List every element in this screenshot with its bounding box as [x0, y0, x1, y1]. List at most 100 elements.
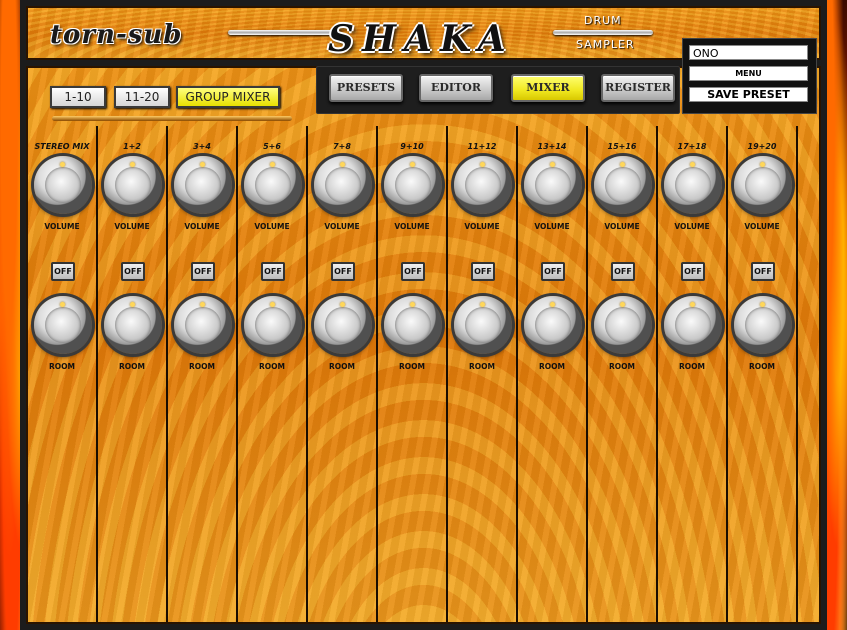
logo-subtitle-sampler: SAMPLER — [576, 38, 635, 51]
volume-knob[interactable] — [594, 156, 652, 214]
preset-name-field[interactable]: ONO — [689, 45, 808, 60]
room-label: ROOM — [329, 362, 355, 371]
plugin-window: torn-sub SHAKA DRUM SAMPLER 1-10 11-20 G… — [20, 0, 827, 630]
channel-strip: 11+12 VOLUME OFF ROOM — [448, 126, 518, 622]
knob-indicator-icon — [620, 162, 625, 167]
preset-panel: ONO MENU SAVE PRESET — [682, 38, 817, 114]
off-toggle-button[interactable]: OFF — [331, 262, 355, 281]
knob-indicator-icon — [340, 302, 345, 307]
volume-label: VOLUME — [744, 222, 780, 231]
drumstick-left-icon — [228, 30, 338, 35]
volume-knob[interactable] — [174, 156, 232, 214]
knob-indicator-icon — [410, 302, 415, 307]
room-knob[interactable] — [664, 296, 722, 354]
tab-bar: PRESETS EDITOR MIXER REGISTER — [316, 66, 680, 114]
room-knob[interactable] — [174, 296, 232, 354]
room-label: ROOM — [49, 362, 75, 371]
knob-indicator-icon — [550, 302, 555, 307]
channel-strip: 13+14 VOLUME OFF ROOM — [518, 126, 588, 622]
room-knob[interactable] — [454, 296, 512, 354]
channel-name-label: 19+20 — [747, 142, 777, 151]
volume-knob[interactable] — [664, 156, 722, 214]
room-knob[interactable] — [314, 296, 372, 354]
room-knob[interactable] — [594, 296, 652, 354]
channel-strip: STEREO MIX VOLUME OFF ROOM — [28, 126, 98, 622]
room-label: ROOM — [259, 362, 285, 371]
room-knob[interactable] — [244, 296, 302, 354]
volume-label: VOLUME — [674, 222, 710, 231]
channel-strip: 15+16 VOLUME OFF ROOM — [588, 126, 658, 622]
channel-strip: 9+10 VOLUME OFF ROOM — [378, 126, 448, 622]
channel-strip: 5+6 VOLUME OFF ROOM — [238, 126, 308, 622]
save-preset-button[interactable]: SAVE PRESET — [689, 87, 808, 102]
room-label: ROOM — [539, 362, 565, 371]
knob-indicator-icon — [690, 302, 695, 307]
channel-name-label: 17+18 — [677, 142, 707, 151]
channel-name-label: 9+10 — [400, 142, 424, 151]
page-button-group-mixer[interactable]: GROUP MIXER — [176, 86, 280, 108]
channel-strip: 19+20 VOLUME OFF ROOM — [728, 126, 798, 622]
knob-indicator-icon — [60, 162, 65, 167]
off-toggle-button[interactable]: OFF — [121, 262, 145, 281]
tab-mixer[interactable]: MIXER — [511, 74, 585, 102]
off-toggle-button[interactable]: OFF — [751, 262, 775, 281]
tab-editor[interactable]: EDITOR — [419, 74, 493, 102]
page-button-11-20[interactable]: 11-20 — [114, 86, 170, 108]
channel-name-label: 13+14 — [537, 142, 567, 151]
off-toggle-button[interactable]: OFF — [191, 262, 215, 281]
knob-indicator-icon — [480, 162, 485, 167]
product-logo: SHAKA — [328, 18, 514, 60]
channel-strip: 1+2 VOLUME OFF ROOM — [98, 126, 168, 622]
volume-knob[interactable] — [314, 156, 372, 214]
volume-label: VOLUME — [324, 222, 360, 231]
off-toggle-button[interactable]: OFF — [681, 262, 705, 281]
volume-knob[interactable] — [454, 156, 512, 214]
knob-indicator-icon — [130, 302, 135, 307]
room-knob[interactable] — [34, 296, 92, 354]
off-toggle-button[interactable]: OFF — [261, 262, 285, 281]
volume-knob[interactable] — [734, 156, 792, 214]
room-knob[interactable] — [384, 296, 442, 354]
room-knob[interactable] — [104, 296, 162, 354]
volume-label: VOLUME — [44, 222, 80, 231]
channel-name-label: 7+8 — [333, 142, 351, 151]
volume-knob[interactable] — [34, 156, 92, 214]
tab-register[interactable]: REGISTER — [601, 74, 675, 102]
page-button-1-10[interactable]: 1-10 — [50, 86, 106, 108]
menu-button[interactable]: MENU — [689, 66, 808, 81]
volume-label: VOLUME — [604, 222, 640, 231]
volume-label: VOLUME — [114, 222, 150, 231]
off-toggle-button[interactable]: OFF — [401, 262, 425, 281]
knob-indicator-icon — [200, 162, 205, 167]
off-toggle-button[interactable]: OFF — [611, 262, 635, 281]
knob-indicator-icon — [130, 162, 135, 167]
channel-strip: 17+18 VOLUME OFF ROOM — [658, 126, 728, 622]
room-knob[interactable] — [734, 296, 792, 354]
off-toggle-button[interactable]: OFF — [541, 262, 565, 281]
room-label: ROOM — [189, 362, 215, 371]
room-label: ROOM — [749, 362, 775, 371]
room-label: ROOM — [469, 362, 495, 371]
room-label: ROOM — [399, 362, 425, 371]
volume-knob[interactable] — [244, 156, 302, 214]
knob-indicator-icon — [340, 162, 345, 167]
off-toggle-button[interactable]: OFF — [471, 262, 495, 281]
volume-knob[interactable] — [524, 156, 582, 214]
channel-name-label: 15+16 — [607, 142, 637, 151]
volume-knob[interactable] — [384, 156, 442, 214]
tab-presets[interactable]: PRESETS — [329, 74, 403, 102]
off-toggle-button[interactable]: OFF — [51, 262, 75, 281]
channel-strip: 7+8 VOLUME OFF ROOM — [308, 126, 378, 622]
knob-indicator-icon — [200, 302, 205, 307]
channel-name-label: 3+4 — [193, 142, 211, 151]
page-selector-underline — [52, 116, 292, 121]
knob-indicator-icon — [620, 302, 625, 307]
volume-knob[interactable] — [104, 156, 162, 214]
room-knob[interactable] — [524, 296, 582, 354]
knob-indicator-icon — [760, 162, 765, 167]
volume-label: VOLUME — [464, 222, 500, 231]
knob-indicator-icon — [550, 162, 555, 167]
knob-indicator-icon — [480, 302, 485, 307]
channel-name-label: 11+12 — [467, 142, 497, 151]
mixer-panel: 1-10 11-20 GROUP MIXER STEREO MIX VOLUME O… — [26, 66, 821, 624]
